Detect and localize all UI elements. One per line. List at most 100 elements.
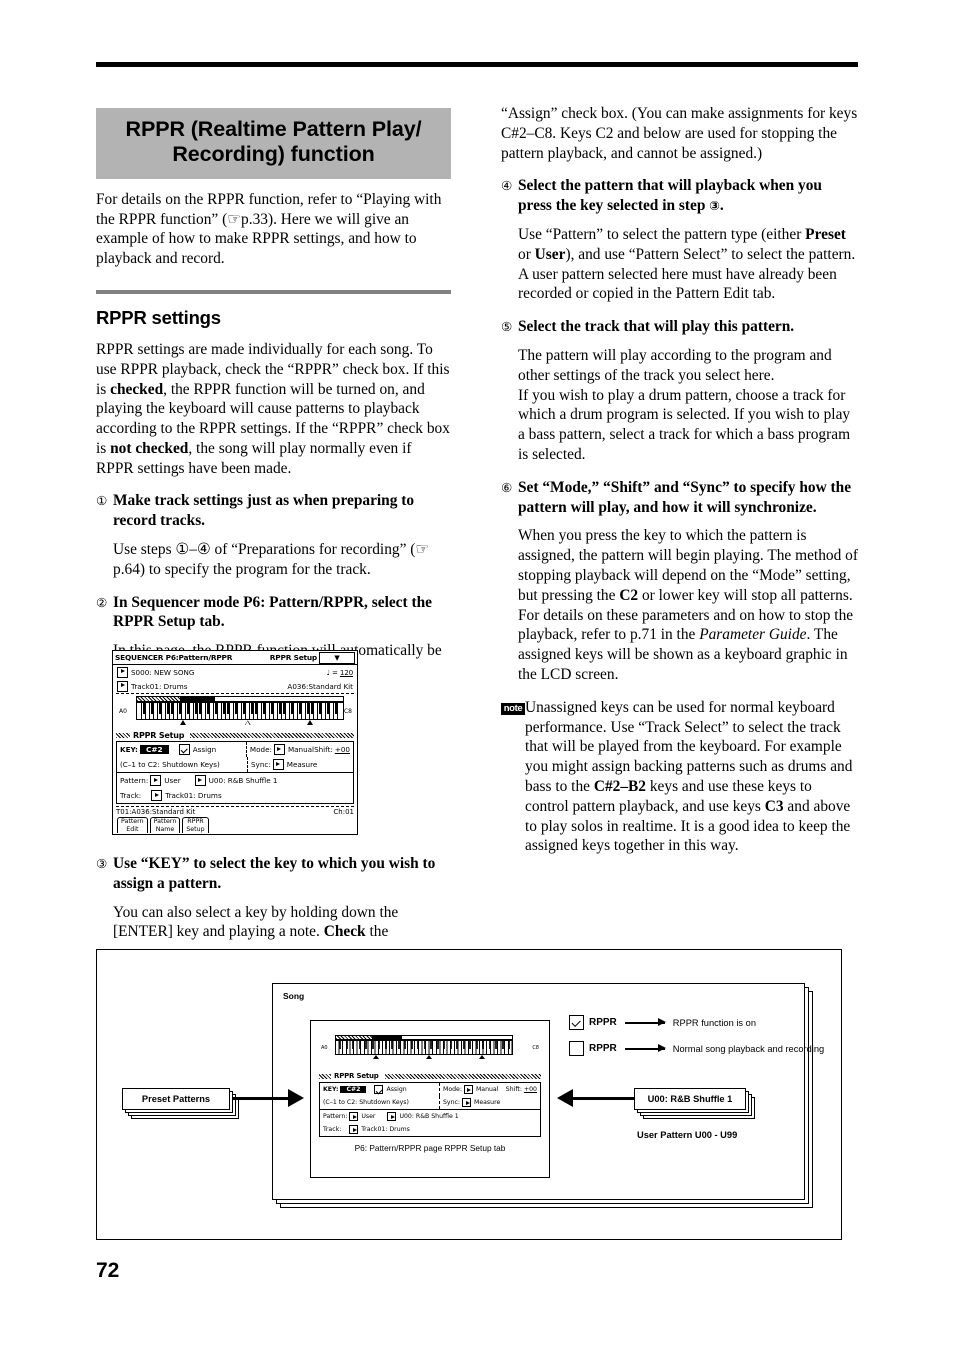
step-1-number: ① bbox=[96, 493, 108, 509]
preset-patterns-card: Preset Patterns bbox=[122, 1088, 230, 1110]
section-heading: RPPR settings bbox=[96, 306, 221, 328]
keyboard-shutdown-range bbox=[137, 697, 180, 701]
manual-page: RPPR (Realtime Pattern Play/ Recording) … bbox=[0, 0, 954, 1351]
song-popup-button[interactable] bbox=[117, 666, 128, 678]
figure-pattern-bank: User bbox=[361, 1113, 376, 1120]
pattern-track-popup-button[interactable] bbox=[151, 790, 163, 801]
step-5-body: The pattern will play according to the p… bbox=[518, 346, 851, 463]
figure-track-value: Track01: Drums bbox=[361, 1126, 410, 1133]
pattern-select-popup-button[interactable] bbox=[194, 775, 206, 786]
legend-text-off: Normal song playback and recording bbox=[672, 1043, 825, 1054]
user-pattern-card: U00: R&B Shuffle 1 bbox=[634, 1088, 746, 1110]
rppr-row-key: KEY: C#2 Assign Mode: Manual Shift: +00 bbox=[117, 742, 353, 757]
tempo-value[interactable]: 120 bbox=[340, 668, 353, 677]
song-label: Song bbox=[283, 991, 305, 1001]
track-program: A036:Standard Kit bbox=[287, 681, 353, 691]
pattern-bank-popup-button[interactable] bbox=[150, 775, 162, 786]
shift-value[interactable]: +00 bbox=[335, 745, 350, 754]
song-value: S000: NEW SONG bbox=[131, 667, 195, 677]
step-4-title-part1: Select the pattern that will playback wh… bbox=[518, 177, 822, 215]
sync-label: Sync: bbox=[251, 760, 271, 769]
status-channel: Ch:01 bbox=[333, 808, 354, 816]
status-track-program: T01:A036:Standard Kit bbox=[116, 808, 196, 816]
legend-label-off: RPPR bbox=[589, 1043, 617, 1054]
step-6-title: Set “Mode,” “Shift” and “Sync” to specif… bbox=[518, 478, 852, 516]
note-callout: note Unassigned keys can be used for nor… bbox=[501, 698, 858, 856]
chevron-down-icon[interactable]: ▼ bbox=[319, 651, 355, 664]
tempo-label: ♩ = bbox=[326, 667, 338, 677]
pattern-bank-value: User bbox=[164, 776, 181, 785]
pattern-track-label: Track: bbox=[120, 791, 142, 800]
keyboard-low-label: A0 bbox=[119, 708, 127, 715]
key-label: KEY: bbox=[120, 745, 138, 754]
pattern-select-value: U00: R&B Shuffle 1 bbox=[208, 776, 278, 785]
step-4-body-part3: ), and use “Pattern Select” to select th… bbox=[518, 245, 856, 303]
chapter-title-line1: RPPR (Realtime Pattern Play/ bbox=[125, 117, 422, 141]
note-text: Unassigned keys can be used for normal k… bbox=[525, 698, 858, 856]
note-text-bold2: C3 bbox=[764, 797, 784, 815]
step-4-number: ④ bbox=[501, 178, 513, 194]
rppr-row-sync: (C–1 to C2: Shutdown Keys) Sync: Measure bbox=[117, 757, 353, 772]
step-3-body-bold: Check bbox=[323, 923, 366, 941]
figure-assign-checkbox bbox=[374, 1085, 384, 1094]
section-intro-paragraph: RPPR settings are made individually for … bbox=[96, 340, 451, 479]
tab-pattern-edit-line1: Pattern bbox=[121, 818, 144, 825]
arrow-user-to-lcd-head bbox=[557, 1089, 573, 1107]
step-1: ① Make track settings just as when prepa… bbox=[96, 491, 451, 531]
keyboard-assigned-range bbox=[180, 697, 215, 701]
note-icon: note bbox=[501, 702, 525, 715]
step-4-body-bold2: User bbox=[534, 245, 566, 263]
legend-item-rppr-off: RPPR Normal song playback and recording bbox=[569, 1041, 824, 1056]
tab-pattern-edit-line2: Edit bbox=[126, 825, 139, 833]
left-column-lower: ③ Use “KEY” to select the key to which y… bbox=[96, 854, 451, 942]
track-popup-button[interactable] bbox=[117, 680, 128, 692]
lcd-status-bar: T01:A036:Standard Kit Ch:01 bbox=[116, 806, 354, 816]
figure-mode-value: Manual bbox=[475, 1086, 499, 1093]
step-4-body-part1: Use “Pattern” to select the pattern type… bbox=[518, 225, 806, 243]
legend-label-on: RPPR bbox=[589, 1017, 617, 1028]
preset-patterns-label: Preset Patterns bbox=[141, 1094, 211, 1104]
section-rule bbox=[96, 289, 451, 294]
keyboard-graphic: A0 C8 bbox=[117, 696, 353, 729]
legend-text-on: RPPR function is on bbox=[672, 1017, 756, 1028]
note-text-bold1: C#2–B2 bbox=[593, 777, 646, 795]
arrow-user-to-lcd-line bbox=[572, 1097, 634, 1100]
right-column: “Assign” check box. (You can make assign… bbox=[501, 104, 858, 856]
step-3-number: ③ bbox=[96, 856, 108, 871]
step-2: ② In Sequencer mode P6: Pattern/RPPR, se… bbox=[96, 593, 451, 633]
preset-patterns-stack: Preset Patterns bbox=[122, 1088, 242, 1122]
lcd-screenshot: SEQUENCER P6:Pattern/RPPR RPPR Setup ▼ S… bbox=[112, 650, 358, 835]
assign-label: Assign bbox=[192, 745, 217, 754]
keyboard-marker-c4 bbox=[245, 720, 251, 725]
step-3-title: Use “KEY” to select the key to which you… bbox=[113, 855, 436, 892]
tab-pattern-name-line1: Pattern bbox=[153, 818, 177, 825]
step-2-title: In Sequencer mode P6: Pattern/RPPR, sele… bbox=[113, 593, 433, 631]
figure-key-value: C#2 bbox=[340, 1086, 367, 1093]
figure-lcd-caption: P6: Pattern/RPPR page RPPR Setup tab bbox=[354, 1143, 506, 1153]
figure-lcd-screenshot: A0 C8 RPPR Setup KEY: C#2 Assign Mode: M… bbox=[310, 1020, 550, 1178]
key-value[interactable]: C#2 bbox=[139, 745, 169, 754]
figure-sync-value: Measure bbox=[474, 1099, 501, 1106]
tab-pattern-name[interactable]: Pattern Name bbox=[149, 817, 181, 833]
step-4-title-part2: . bbox=[719, 197, 724, 215]
sync-popup-button[interactable] bbox=[272, 759, 284, 770]
tab-pattern-edit[interactable]: Pattern Edit bbox=[117, 817, 148, 833]
figure-rppr-group-header: RPPR Setup bbox=[319, 1071, 541, 1081]
step-1-title: Make track settings just as when prepari… bbox=[113, 492, 415, 530]
lcd-mode-page: SEQUENCER P6:Pattern/RPPR bbox=[115, 653, 233, 662]
lcd-tab-name: RPPR Setup bbox=[269, 653, 317, 662]
tab-rppr-setup-line2: Setup bbox=[186, 825, 205, 833]
user-pattern-stack: U00: R&B Shuffle 1 bbox=[634, 1088, 764, 1122]
track-value: Track01: Drums bbox=[131, 681, 188, 691]
user-pattern-caption: User Pattern U00 - U99 bbox=[637, 1130, 738, 1140]
tab-rppr-setup[interactable]: RPPR Setup bbox=[182, 817, 209, 833]
intro-paragraph: For details on the RPPR function, refer … bbox=[96, 190, 442, 268]
keyboard-high-label: C8 bbox=[343, 708, 352, 715]
legend-item-rppr-on: RPPR RPPR function is on bbox=[569, 1015, 756, 1030]
assign-checkbox[interactable] bbox=[178, 744, 190, 755]
mode-popup-button[interactable] bbox=[273, 744, 285, 755]
chapter-title: RPPR (Realtime Pattern Play/ Recording) … bbox=[96, 108, 451, 179]
lcd-tab-bar: Pattern Edit Pattern Name RPPR Setup bbox=[117, 817, 354, 833]
step-5: ⑤ Select the track that will play this p… bbox=[501, 317, 858, 337]
arrow-preset-to-lcd-head bbox=[288, 1089, 304, 1107]
